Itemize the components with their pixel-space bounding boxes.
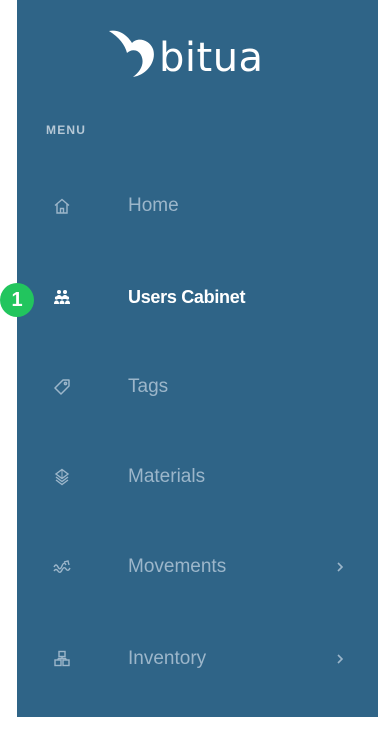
sidebar-item-inventory[interactable]: Inventory <box>17 637 378 681</box>
chevron-right-icon[interactable] <box>335 561 345 573</box>
waves-icon <box>52 557 72 577</box>
annotation-badge: 1 <box>0 283 34 317</box>
home-icon <box>52 196 72 216</box>
brand-name: bitua <box>159 35 264 81</box>
sidebar-item-label: Materials <box>128 466 206 487</box>
sidebar-item-home[interactable]: Home <box>17 184 378 228</box>
boxes-icon <box>52 649 72 669</box>
sidebar-item-movements[interactable]: Movements <box>17 545 378 589</box>
sidebar-item-label: Inventory <box>128 648 207 669</box>
sidebar-item-tags[interactable]: Tags <box>17 365 378 409</box>
brand-logo[interactable]: bitua <box>105 18 305 88</box>
sidebar: bitua MENU Home Users Cabinet Tags Mater… <box>17 0 378 717</box>
sidebar-item-label: Tags <box>128 376 169 397</box>
layers-icon <box>52 467 72 487</box>
sidebar-item-label: Users Cabinet <box>128 286 246 307</box>
menu-heading: MENU <box>46 123 87 137</box>
sidebar-item-users-cabinet[interactable]: Users Cabinet <box>17 275 378 319</box>
chevron-right-icon[interactable] <box>335 653 345 665</box>
sidebar-item-materials[interactable]: Materials <box>17 455 378 499</box>
tag-icon <box>52 377 72 397</box>
users-group-icon <box>52 287 72 307</box>
bitua-swoosh-logo-icon <box>109 30 154 77</box>
sidebar-item-label: Home <box>128 195 179 216</box>
sidebar-item-label: Movements <box>128 556 227 577</box>
